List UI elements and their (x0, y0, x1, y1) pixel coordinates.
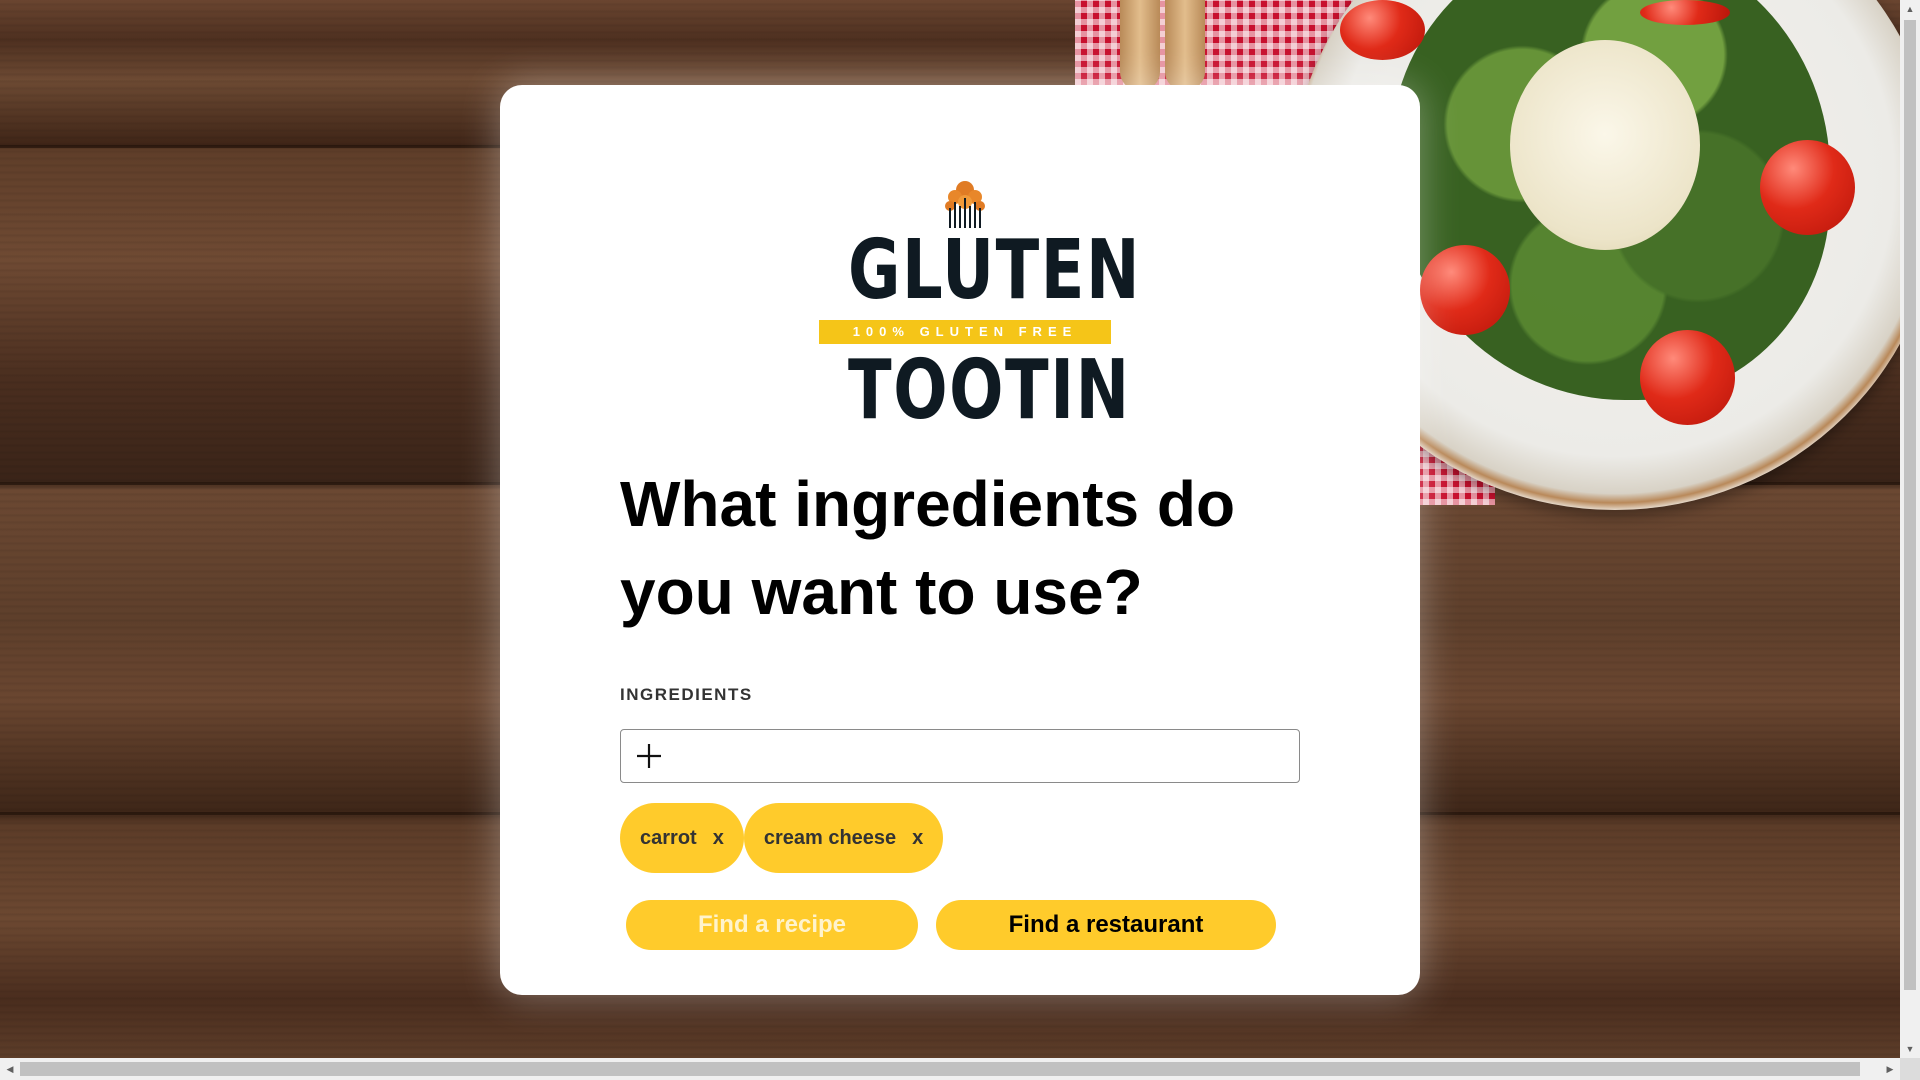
logo-word-tootin: TOOTIN (848, 343, 1131, 438)
action-buttons: Find a recipe Find a restaurant (626, 900, 1276, 950)
scroll-right-icon[interactable]: ▶ (1880, 1058, 1900, 1080)
ingredient-input[interactable] (677, 733, 1299, 779)
vertical-scroll-thumb[interactable] (1904, 20, 1916, 990)
logo-tagline: 100% GLUTEN FREE (819, 320, 1111, 344)
remove-tag-button[interactable]: x (912, 827, 923, 850)
find-restaurant-button[interactable]: Find a restaurant (936, 900, 1276, 950)
wooden-utensil (1120, 0, 1160, 90)
ingredient-tags: carrot x cream cheese x (620, 803, 944, 873)
ingredient-tag-label: carrot (640, 826, 697, 849)
horizontal-scrollbar[interactable]: ◀ ▶ (0, 1058, 1920, 1080)
cherry-tomato (1420, 245, 1510, 335)
ingredients-label: INGREDIENTS (620, 685, 753, 704)
cheese-topping (1510, 40, 1700, 250)
horizontal-scroll-thumb[interactable] (20, 1062, 1860, 1076)
vertical-scrollbar[interactable]: ▲ ▼ (1900, 0, 1920, 1058)
scroll-left-icon[interactable]: ◀ (0, 1058, 20, 1080)
ingredient-search-card: GLUTEN 100% GLUTEN FREE TOOTIN What ingr… (500, 85, 1420, 995)
find-recipe-button[interactable]: Find a recipe (626, 900, 918, 950)
cherry-tomato (1640, 330, 1735, 425)
cherry-tomato (1340, 0, 1425, 60)
plus-icon[interactable] (621, 730, 677, 782)
ingredient-input-group (620, 729, 1300, 783)
wooden-utensil (1165, 0, 1205, 90)
logo-word-gluten: GLUTEN (848, 223, 1142, 318)
ingredient-tag: cream cheese x (743, 803, 944, 873)
scroll-down-icon[interactable]: ▼ (1900, 1040, 1920, 1058)
scrollbar-corner (1900, 1058, 1920, 1080)
page-heading: What ingredients do you want to use? (620, 468, 1236, 628)
ingredient-tag-label: cream cheese (763, 826, 897, 849)
ingredient-tag: carrot x (620, 803, 744, 873)
cherry-tomato (1640, 0, 1730, 25)
cherry-tomato (1760, 140, 1855, 235)
scroll-up-icon[interactable]: ▲ (1900, 0, 1920, 18)
gluten-tootin-logo: GLUTEN 100% GLUTEN FREE TOOTIN (815, 180, 1142, 440)
remove-tag-button[interactable]: x (713, 827, 724, 850)
